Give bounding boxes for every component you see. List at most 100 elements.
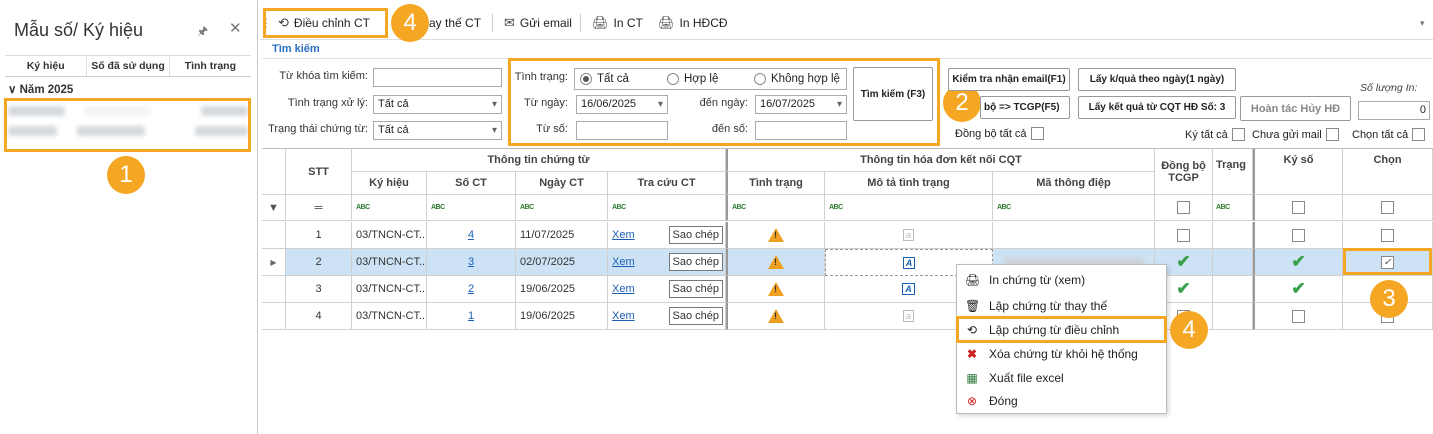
filter-icon[interactable]: ▼: [262, 195, 286, 221]
view-link[interactable]: Xem: [612, 256, 635, 268]
print-ct-button[interactable]: 🖨 In CT: [592, 8, 643, 38]
col-tracuu[interactable]: Tra cứu CT: [608, 172, 726, 195]
col-kyhieu[interactable]: Ký hiệu: [5, 56, 88, 76]
copy-button[interactable]: Sao chép: [668, 307, 723, 325]
menu-item-delete[interactable]: ✖ Xóa chứng từ khỏi hệ thống: [957, 342, 1166, 366]
col-stt[interactable]: STT: [286, 149, 352, 195]
row-indicator[interactable]: ▶: [262, 249, 286, 276]
check-icon: ✔: [1176, 279, 1191, 298]
doc-status-select[interactable]: Tất cả: [373, 121, 502, 140]
filter-checkbox[interactable]: [1381, 201, 1394, 214]
filter-tinhtrang[interactable]: ABC: [726, 195, 825, 221]
col-mota[interactable]: Mô tả tình trạng: [825, 172, 993, 195]
sign-all-option[interactable]: Ký tất cả: [1185, 128, 1245, 141]
badge-3: 3: [1370, 280, 1408, 318]
table-cell: 19/06/2025: [516, 303, 608, 330]
undo-cancel-button[interactable]: Hoàn tác Hủy HĐ: [1240, 96, 1351, 121]
menu-item-print[interactable]: 🖨 In chứng từ (xem): [957, 268, 1166, 292]
menu-item-export[interactable]: ▦ Xuất file excel: [957, 366, 1166, 390]
print-qty-input[interactable]: 0: [1358, 101, 1430, 120]
unsent-mail-checkbox[interactable]: [1325, 128, 1339, 141]
filter-dongbo[interactable]: [1155, 195, 1213, 221]
cell-stt: 1: [315, 229, 322, 241]
select-all-option[interactable]: Chọn tất cả: [1352, 128, 1426, 141]
table-cell: 1: [427, 303, 516, 330]
table-cell: [993, 222, 1155, 249]
menu-item-close[interactable]: ⊗ Đóng: [957, 389, 1166, 413]
view-link[interactable]: Xem: [612, 310, 635, 322]
filter-kyso[interactable]: [1253, 195, 1343, 221]
email-icon: ✉: [504, 15, 515, 30]
row-indicator[interactable]: [262, 276, 286, 303]
process-select[interactable]: Tất cả: [373, 95, 502, 114]
filter-checkbox[interactable]: [1177, 201, 1190, 214]
sync-button[interactable]: bộ => TCGP(F5): [980, 96, 1070, 119]
cell-soct-link[interactable]: 3: [468, 256, 474, 268]
col-mathongdiep[interactable]: Mã thông điệp: [993, 172, 1155, 195]
col-trang[interactable]: Trạng: [1213, 149, 1253, 195]
select-all-checkbox[interactable]: [1412, 128, 1426, 141]
filter-trang[interactable]: ABC: [1213, 195, 1253, 221]
col-dongbo[interactable]: Đồng bộ TCGP: [1155, 149, 1213, 195]
col-kyhieu[interactable]: Ký hiệu: [352, 172, 427, 195]
keyword-input[interactable]: [373, 68, 502, 87]
filter-tracuu[interactable]: ABC: [608, 195, 726, 221]
get-result-button[interactable]: Lấy k/quả theo ngày(1 ngày): [1078, 68, 1236, 91]
filter-checkbox[interactable]: [1292, 201, 1305, 214]
table-cell: ✔: [1253, 276, 1343, 303]
cell-ngay: 11/07/2025: [520, 229, 575, 241]
filter-mathongdiep[interactable]: ABC: [993, 195, 1155, 221]
chevron-down-icon[interactable]: ▾: [1420, 8, 1425, 38]
view-link[interactable]: Xem: [612, 229, 635, 241]
close-icon[interactable]: ✕: [229, 19, 242, 37]
filter-stt[interactable]: ═: [286, 195, 352, 221]
filter-ngayct[interactable]: ABC: [516, 195, 608, 221]
menu-item-replace[interactable]: 🗑 Lập chứng từ thay thế: [957, 294, 1166, 318]
col-tinh-trang[interactable]: Tình trạng: [170, 56, 251, 76]
group-invoice: Thông tin hóa đơn kết nối CQT: [726, 149, 1155, 172]
print-hdcd-button[interactable]: 🖨 In HĐCĐ: [658, 8, 728, 38]
table-cell: [1343, 222, 1433, 249]
sign-all-checkbox[interactable]: [1231, 128, 1245, 141]
cell-soct-link[interactable]: 4: [468, 229, 474, 241]
replace-button[interactable]: ay thế CT: [429, 8, 481, 38]
view-link[interactable]: Xem: [612, 283, 635, 295]
divider: [492, 14, 493, 32]
copy-button[interactable]: Sao chép: [668, 226, 723, 244]
check-email-button[interactable]: Kiểm tra nhận email(F1): [948, 68, 1070, 91]
text-filter-icon: ABC: [997, 204, 1011, 211]
col-ngayct[interactable]: Ngày CT: [516, 172, 608, 195]
copy-button[interactable]: Sao chép: [668, 253, 723, 271]
cell-soct-link[interactable]: 1: [468, 310, 474, 322]
col-so-da-su-dung[interactable]: Số đã sử dụng: [87, 56, 170, 76]
row-checkbox[interactable]: [1292, 228, 1305, 242]
group-year[interactable]: ∨ Năm 2025: [8, 82, 73, 96]
unsent-mail-option[interactable]: Chưa gửi mail: [1252, 128, 1339, 141]
left-panel: Mẫu số/ Ký hiệu 🖈 ✕ Ký hiệu Số đã sử dụn…: [0, 0, 258, 434]
row-indicator[interactable]: [262, 303, 286, 330]
filter-mota[interactable]: ABC: [825, 195, 993, 221]
row-indicator[interactable]: [262, 222, 286, 249]
filter-soct[interactable]: ABC: [427, 195, 516, 221]
copy-button[interactable]: Sao chép: [668, 280, 723, 298]
send-email-button[interactable]: ✉ Gửi email: [504, 8, 572, 38]
row-checkbox[interactable]: [1292, 309, 1305, 323]
select-checkbox[interactable]: [1381, 228, 1394, 242]
chevron-down-icon: ∨: [8, 84, 20, 96]
col-kyso[interactable]: Ký số: [1253, 149, 1343, 195]
close-circle-icon: ⊗: [966, 394, 978, 408]
col-tinhtrang[interactable]: Tình trạng: [726, 172, 825, 195]
grid-corner: [262, 149, 286, 195]
cell-soct-link[interactable]: 2: [468, 283, 474, 295]
filter-chon[interactable]: [1343, 195, 1433, 221]
table-cell: 19/06/2025: [516, 276, 608, 303]
col-soct[interactable]: Số CT: [427, 172, 516, 195]
get-cqt-button[interactable]: Lấy kết quả từ CQT HĐ Số: 3: [1078, 96, 1236, 119]
highlight-box-adjust: [263, 8, 388, 38]
col-chon[interactable]: Chọn: [1343, 149, 1433, 195]
row-checkbox[interactable]: [1177, 228, 1190, 242]
sync-all-option[interactable]: Đồng bộ tất cả: [955, 127, 1044, 140]
filter-kyhieu[interactable]: ABC: [352, 195, 427, 221]
sync-all-checkbox[interactable]: [1030, 127, 1044, 140]
pin-icon[interactable]: 🖈: [197, 22, 208, 43]
